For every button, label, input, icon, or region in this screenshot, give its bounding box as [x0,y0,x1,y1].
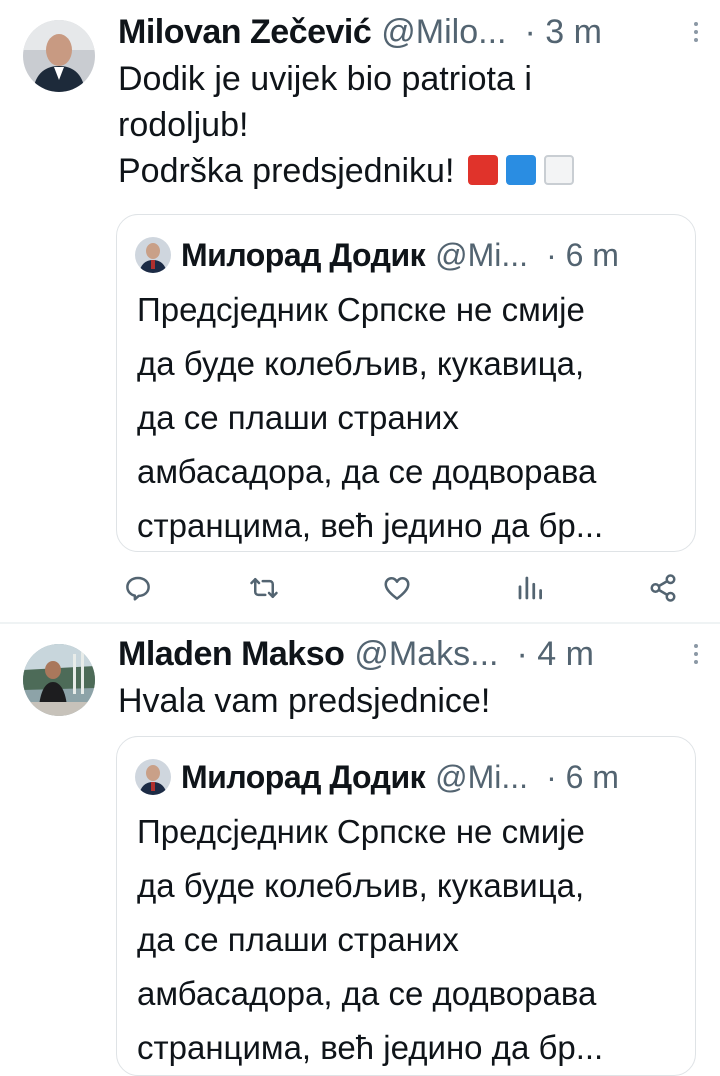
more-options-icon[interactable] [684,644,698,664]
quoted-tweet[interactable]: Милорад Додик @Mi... · 6 m Предсједник С… [116,736,696,1076]
avatar-photo-icon [135,237,171,273]
quoted-author-name[interactable]: Милорад Додик [181,759,426,796]
separator: · [516,634,528,673]
avatar-photo-icon [23,644,95,716]
separator: · [524,12,536,51]
quoted-tweet-text: Предсједник Српске не смије да буде коле… [137,283,683,551]
quoted-tweet-header: Милорад Додик @Mi... · 6 m [135,233,679,277]
separator: · [546,758,557,795]
quoted-tweet[interactable]: Милорад Додик @Mi... · 6 m Предсједник С… [116,214,696,552]
quoted-tweet-text: Предсједник Српске не смије да буде коле… [137,805,683,1075]
more-options-icon[interactable] [684,22,698,42]
quoted-line: амбасадора, да се додворава [137,975,597,1012]
time-value: 4 m [537,634,594,673]
like-icon[interactable] [377,568,417,608]
quoted-author-handle[interactable]: @Mi... [435,237,528,274]
views-icon[interactable] [510,568,550,608]
timestamp[interactable]: · 3 m [524,13,601,52]
retweet-icon[interactable] [244,568,284,608]
quoted-line: странцима, већ једино да бр... [137,1029,604,1066]
quoted-line: Предсједник Српске не смије [137,813,585,850]
white-square-emoji-icon [544,155,575,185]
quoted-avatar[interactable] [135,237,171,273]
avatar[interactable] [23,644,95,716]
quoted-author-handle[interactable]: @Mi... [435,759,528,796]
red-square-emoji-icon [468,155,499,185]
quoted-line: да се плаши страних [137,399,459,436]
quoted-tweet-header: Милорад Додик @Mi... · 6 m [135,755,679,799]
tweet-text: Hvala vam predsjednice! [118,678,696,724]
tweet-1[interactable]: Milovan Zečević @Milo... · 3 m Dodik je … [0,0,720,622]
tweet-actions [118,568,688,608]
tweet-line: Dodik je uvijek bio patriota i [118,60,532,98]
quoted-author-name[interactable]: Милорад Додик [181,237,426,274]
author-name[interactable]: Mladen Makso [118,635,345,674]
blue-square-emoji-icon [506,155,537,185]
share-icon[interactable] [643,568,683,608]
separator: · [546,236,557,273]
author-name[interactable]: Milovan Zečević [118,13,372,52]
avatar[interactable] [23,20,95,92]
quoted-line: странцима, већ једино да бр... [137,507,604,544]
quoted-line: да се плаши страних [137,921,459,958]
time-value: 6 m [565,758,619,795]
quoted-line: Предсједник Српске не смије [137,291,585,328]
author-handle[interactable]: @Milo... [381,13,506,52]
author-handle[interactable]: @Maks... [354,635,498,674]
avatar-photo-icon [135,759,171,795]
quoted-line: амбасадора, да се додворава [137,453,597,490]
time-value: 6 m [565,236,619,273]
avatar-photo-icon [23,20,95,92]
timestamp[interactable]: · 4 m [516,635,593,674]
tweet-2[interactable]: Mladen Makso @Maks... · 4 m Hvala vam pr… [0,624,720,1076]
quoted-timestamp[interactable]: · 6 m [546,759,619,796]
tweet-header: Mladen Makso @Maks... · 4 m [118,632,698,676]
time-value: 3 m [545,12,602,51]
reply-icon[interactable] [118,568,158,608]
tweet-header: Milovan Zečević @Milo... · 3 m [118,10,698,54]
tweet-text: Dodik je uvijek bio patriota i rodoljub!… [118,56,696,194]
tweet-line: rodoljub! [118,106,249,144]
tweet-line: Hvala vam predsjednice! [118,682,491,720]
quoted-line: да буде колебљив, кукавица, [137,867,585,904]
quoted-avatar[interactable] [135,759,171,795]
quoted-line: да буде колебљив, кукавица, [137,345,585,382]
tweet-line-text: Podrška predsjedniku! [118,152,455,190]
quoted-timestamp[interactable]: · 6 m [546,237,619,274]
tweet-line: Podrška predsjedniku! [118,148,696,194]
